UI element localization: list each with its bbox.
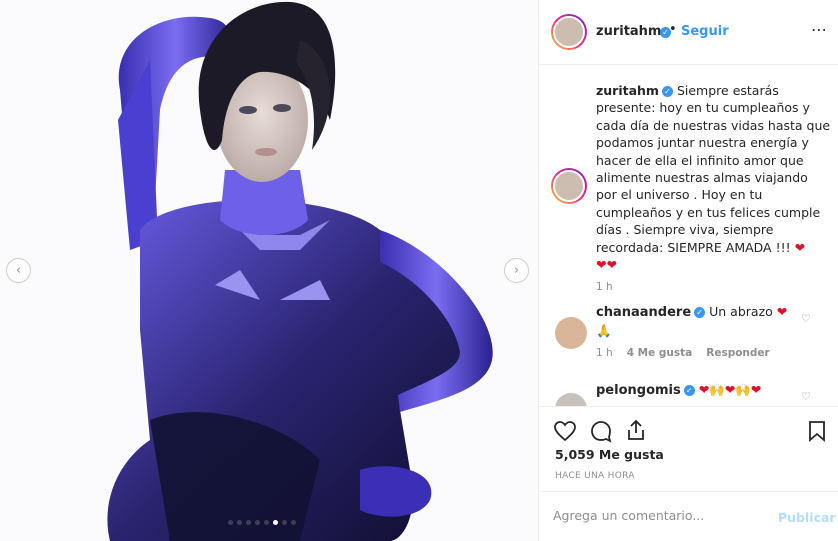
separator-dot: • xyxy=(669,22,677,37)
commenter-avatar[interactable] xyxy=(555,317,587,349)
heart-emoji: ❤❤ xyxy=(596,257,617,273)
author-username[interactable]: zuritahm xyxy=(596,24,661,39)
carousel-dot xyxy=(237,520,242,525)
post-media[interactable]: ‹ › xyxy=(0,0,538,541)
commenter-avatar[interactable] xyxy=(555,393,587,406)
carousel-dot xyxy=(246,520,251,525)
carousel-dot xyxy=(264,520,269,525)
commenter-username[interactable]: chanaandere xyxy=(596,305,691,320)
post-timestamp: HACE UNA HORA xyxy=(555,471,635,481)
like-heart-icon[interactable] xyxy=(553,419,577,443)
likes-count[interactable]: 5,059 Me gusta xyxy=(555,447,664,462)
like-comment-heart-icon[interactable]: ♡ xyxy=(801,312,811,325)
post-details-panel: zuritahm ✓ • Seguir ⋯ zuritahm ✓ Siempre … xyxy=(538,0,838,541)
comment-item: pelongomis ✓ ❤🙌❤🙌❤ ♡ xyxy=(539,381,838,406)
carousel-dot xyxy=(282,520,287,525)
previous-image-button[interactable]: ‹ xyxy=(6,258,31,283)
follow-button[interactable]: Seguir xyxy=(681,24,729,39)
praying-hands-emoji: 🙏 xyxy=(596,323,612,338)
verified-badge-icon: ✓ xyxy=(661,86,673,97)
carousel-dot xyxy=(228,520,233,525)
carousel-indicator xyxy=(228,520,296,525)
comment-input[interactable] xyxy=(553,508,763,523)
publish-button[interactable]: Publicar xyxy=(778,510,836,525)
post-actions: 5,059 Me gusta HACE UNA HORA xyxy=(539,406,838,502)
comment-likes[interactable]: 4 Me gusta xyxy=(627,347,693,359)
more-options-icon[interactable]: ⋯ xyxy=(811,20,828,39)
verified-badge-icon: ✓ xyxy=(683,385,695,396)
comment-body: pelongomis ✓ ❤🙌❤🙌❤ xyxy=(596,381,796,400)
next-image-button[interactable]: › xyxy=(504,258,529,283)
caption-time[interactable]: 1 h xyxy=(596,279,832,296)
carousel-dot xyxy=(291,520,296,525)
chevron-left-icon: ‹ xyxy=(15,263,22,278)
comment-time[interactable]: 1 h xyxy=(596,347,613,359)
reply-button[interactable]: Responder xyxy=(706,347,769,359)
commenter-username[interactable]: pelongomis xyxy=(596,383,681,398)
caption-author-avatar[interactable] xyxy=(551,168,587,204)
comment-text: Un abrazo xyxy=(709,304,777,319)
comment-emojis: ❤🙌❤🙌❤ xyxy=(698,382,762,397)
caption-username[interactable]: zuritahm xyxy=(596,83,659,98)
like-comment-heart-icon[interactable]: ♡ xyxy=(801,390,811,403)
chevron-right-icon: › xyxy=(513,263,520,278)
save-bookmark-icon[interactable] xyxy=(807,419,827,443)
share-icon[interactable] xyxy=(625,418,647,442)
heart-emoji: ❤ xyxy=(794,239,806,255)
comment-bubble-icon[interactable] xyxy=(589,419,613,443)
caption-text: Siempre estarás presente: hoy en tu cump… xyxy=(596,83,831,255)
post-caption: zuritahm ✓ Siempre estarás presente: hoy … xyxy=(596,82,832,297)
post-photo xyxy=(107,1,493,541)
post-header: zuritahm ✓ • Seguir ⋯ xyxy=(539,0,838,65)
carousel-dot-active xyxy=(273,520,278,525)
comments-list[interactable]: zuritahm ✓ Siempre estarás presente: hoy … xyxy=(539,66,838,406)
heart-emoji: ❤ xyxy=(776,304,788,319)
carousel-dot xyxy=(255,520,260,525)
comment-body: chanaandere ✓ Un abrazo ❤ 🙏 xyxy=(596,303,796,340)
author-avatar[interactable] xyxy=(551,14,587,50)
comment-composer: Publicar xyxy=(539,491,838,541)
comment-item: chanaandere ✓ Un abrazo ❤ 🙏 ♡ 1 h 4 Me gu… xyxy=(539,303,838,365)
verified-badge-icon: ✓ xyxy=(694,307,706,318)
